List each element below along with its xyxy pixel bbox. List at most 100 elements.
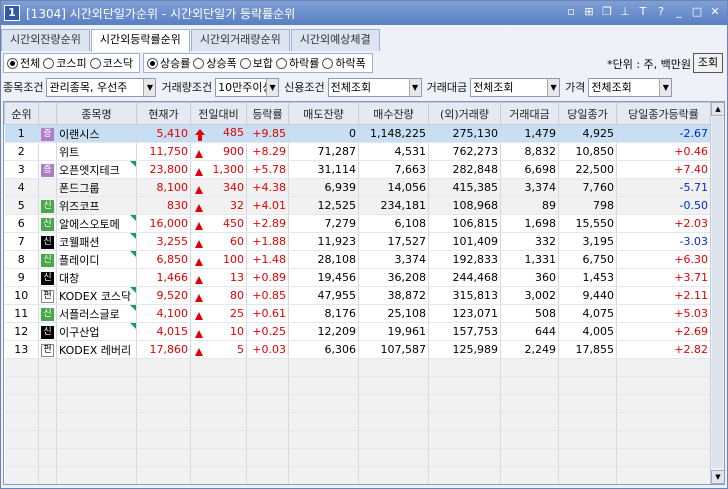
table-row[interactable]: 13 펀 KODEX 레버리 17,860 5 +0.03 6,306 107,587 125,… (4, 340, 711, 359)
empty-cell (246, 466, 289, 484)
empty-cell (39, 485, 57, 486)
change-value: 450 (223, 217, 244, 230)
radio-label: 코스닥 (102, 57, 133, 70)
amount-cell: 3,374 (500, 178, 559, 197)
help-icon[interactable]: ? (653, 4, 669, 20)
change-cell: 25 (190, 304, 247, 323)
sort-radio-2[interactable]: 상승폭 (193, 55, 237, 71)
empty-cell (558, 376, 617, 395)
amount-cell: 1,698 (500, 214, 559, 233)
volume-cell: 157,753 (428, 322, 501, 341)
sell-qty-cell: 12,209 (288, 322, 359, 341)
badge-cell (38, 178, 57, 197)
change-cell: 100 (190, 250, 247, 269)
column-header[interactable]: 거래대금 (500, 102, 559, 125)
tab-bar: 시간외잔량순위 시간외등락률순위 시간외거래량순위 시간외예상체결 (1, 29, 381, 52)
maximize-icon[interactable]: □ (689, 4, 705, 20)
column-header[interactable]: 당일종가등락률 (616, 102, 711, 125)
empty-cell (246, 358, 289, 377)
empty-cell (428, 376, 501, 395)
empty-cell (289, 485, 359, 486)
market-radio-2[interactable]: 코스피 (43, 55, 87, 71)
sort-radio-1[interactable]: 상승률 (147, 55, 190, 71)
table-row[interactable]: 4 폰드그룹 8,100 340 +4.38 6,939 14,056 415,385 3,37… (4, 178, 711, 197)
empty-cell (136, 358, 191, 377)
minimize-icon[interactable]: _ (671, 4, 687, 20)
table-row[interactable]: 8 신 플레이디 6,850 100 +1.48 28,108 3,374 192,833 1,3… (4, 250, 711, 269)
table-row[interactable]: 7 신 코웰패션 3,255 60 +1.88 11,923 17,527 101,409 332… (4, 232, 711, 251)
empty-cell (4, 376, 39, 395)
stock-name: KODEX 레버리 (56, 340, 137, 359)
stock-name: 알에스오토메 (56, 214, 137, 233)
tab-3[interactable]: 시간외거래량순위 (190, 29, 290, 51)
price-cell: 3,255 (136, 232, 191, 251)
sell-qty-cell: 7,279 (288, 214, 359, 233)
sort-radio-4[interactable]: 하락률 (276, 55, 319, 71)
close-rate-cell: +2.69 (616, 322, 711, 341)
credit-cond-select[interactable]: 전체조회 ▼ (327, 77, 422, 97)
column-header[interactable]: 매수잔량 (358, 102, 429, 125)
scroll-up-icon[interactable]: ▲ (711, 102, 724, 116)
market-radio-1[interactable]: 전체 (7, 55, 40, 71)
tab-4[interactable]: 시간외예상체결 (290, 29, 380, 51)
volume-cell: 125,989 (428, 340, 501, 359)
price-cell: 16,000 (136, 214, 191, 233)
amount-cell: 1,331 (500, 250, 559, 269)
vertical-scrollbar[interactable]: ▲ ▼ (710, 102, 724, 484)
column-header[interactable]: 순위 (4, 102, 39, 125)
pin-icon[interactable]: ⊥ (617, 4, 633, 20)
close-icon[interactable]: ✕ (707, 4, 723, 20)
layout-icon[interactable]: ⊞ (581, 4, 597, 20)
tab-1[interactable]: 시간외잔량순위 (1, 29, 90, 51)
price-select[interactable]: 전체조회 ▼ (588, 77, 673, 97)
status-badge: 신 (41, 254, 54, 267)
stock-cond-select[interactable]: 관리종목, 우선주 ▼ (46, 77, 157, 97)
column-header[interactable]: 전일대비 (190, 102, 247, 125)
scroll-down-icon[interactable]: ▼ (711, 470, 724, 484)
volume-cond-select[interactable]: 10만주이상 ▼ (215, 77, 280, 97)
column-header[interactable] (38, 102, 57, 125)
empty-cell (4, 448, 39, 467)
table-row[interactable]: 5 신 위즈코프 830 32 +4.01 12,525 234,181 108,968 89 79… (4, 196, 711, 215)
volume-cell: 101,409 (428, 232, 501, 251)
empty-cell (428, 394, 501, 413)
table-row[interactable]: 1 증 이랜시스 5,410 485 +9.85 0 1,148,225 275,130 1,47… (4, 124, 711, 143)
amount-cell: 508 (500, 304, 559, 323)
empty-row (4, 448, 711, 467)
table-row[interactable]: 3 증 오픈엣지테크 23,800 1,300 +5.78 31,114 7,663 282,8… (4, 160, 711, 179)
minimize-panel-icon[interactable]: ▫ (563, 4, 579, 20)
restore-icon[interactable]: ❐ (599, 4, 615, 20)
table-row[interactable]: 11 신 서플러스글로 4,100 25 +0.61 8,176 25,108 123,071 5… (4, 304, 711, 323)
ranking-grid[interactable]: 순위 종목명 현재가 전일대비 등락률 매도잔량 매수잔량 (외)거래량 거래대금 당일종가 당일종… (3, 101, 725, 485)
table-row[interactable]: 6 신 알에스오토메 16,000 450 +2.89 7,279 6,108 106,815 1… (4, 214, 711, 233)
column-header[interactable]: (외)거래량 (428, 102, 501, 125)
scroll-thumb[interactable] (712, 117, 723, 468)
market-radio-3[interactable]: 코스닥 (89, 55, 133, 71)
buy-qty-cell: 38,872 (358, 286, 429, 305)
font-icon[interactable]: T (635, 4, 651, 20)
tab-2[interactable]: 시간외등락률순위 (90, 29, 190, 52)
table-row[interactable]: 10 펀 KODEX 코스닥 9,520 80 +0.85 47,955 38,872 315,… (4, 286, 711, 305)
up-arrow-icon (195, 204, 203, 212)
column-header[interactable]: 현재가 (136, 102, 191, 125)
sort-radio-3[interactable]: 보합 (239, 55, 273, 71)
rank-cell: 3 (4, 160, 39, 179)
table-row[interactable]: 2 위트 11,750 900 +8.29 71,287 4,531 762,273 8,832… (4, 142, 711, 161)
close-cell: 22,500 (558, 160, 617, 179)
column-header[interactable]: 당일종가 (558, 102, 617, 125)
close-rate-cell: +6.30 (616, 250, 711, 269)
status-badge: 펀 (41, 290, 54, 303)
table-row[interactable]: 9 신 대창 1,466 13 +0.89 19,456 36,208 244,468 360 1,… (4, 268, 711, 287)
column-header[interactable]: 매도잔량 (288, 102, 359, 125)
sort-radio-5[interactable]: 하락폭 (322, 55, 366, 71)
close-cell: 7,760 (558, 178, 617, 197)
empty-cell (56, 466, 137, 484)
column-header[interactable]: 등락률 (246, 102, 289, 125)
amount-select[interactable]: 전체조회 ▼ (470, 77, 561, 97)
close-cell: 3,195 (558, 232, 617, 251)
empty-cell (616, 430, 711, 449)
close-cell: 4,925 (558, 124, 617, 143)
column-header[interactable]: 종목명 (56, 102, 137, 125)
table-row[interactable]: 12 신 이구산업 4,015 10 +0.25 12,209 19,961 157,753 64… (4, 322, 711, 341)
query-button[interactable]: 조회 (693, 53, 723, 73)
